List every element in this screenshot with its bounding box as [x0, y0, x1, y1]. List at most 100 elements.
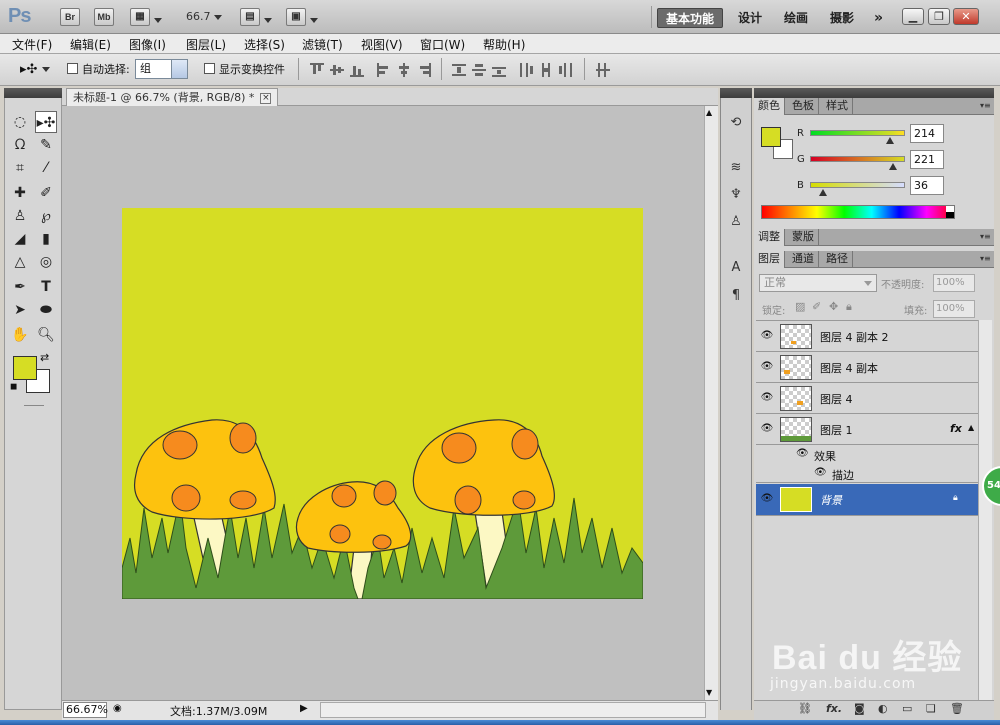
- layer-row[interactable]: 👁︎ 图层 4: [756, 383, 978, 414]
- color-panel-foreground-swatch[interactable]: [761, 127, 781, 147]
- crop-tool-icon[interactable]: ⌗: [9, 157, 31, 179]
- more-workspaces-button[interactable]: »: [866, 8, 891, 28]
- black-swatch[interactable]: [946, 212, 954, 218]
- effects-eye-icon[interactable]: 👁︎: [796, 448, 809, 459]
- scroll-up-icon[interactable]: ▲: [706, 108, 712, 117]
- stroke-eye-icon[interactable]: 👁︎: [814, 467, 827, 478]
- distribute-top-icon[interactable]: [452, 63, 466, 77]
- new-adjustment-layer-icon[interactable]: ◐: [878, 702, 888, 715]
- layer-effects-icon[interactable]: fx: [950, 422, 962, 435]
- zoom-level-dropdown[interactable]: 66.7: [186, 10, 222, 23]
- auto-align-icon[interactable]: [596, 63, 610, 77]
- tab-paths[interactable]: 路径: [822, 251, 853, 268]
- blue-value-field[interactable]: 36: [910, 176, 944, 195]
- document-canvas[interactable]: [122, 208, 643, 599]
- healing-brush-tool-icon[interactable]: ✚: [9, 182, 31, 204]
- red-value-field[interactable]: 214: [910, 124, 944, 143]
- close-icon[interactable]: ×: [260, 92, 272, 104]
- tab-layers[interactable]: 图层: [754, 251, 785, 268]
- view-extras-dropdown-icon[interactable]: [154, 13, 162, 27]
- layers-scrollbar[interactable]: [978, 320, 992, 700]
- arrange-documents-button[interactable]: ▤: [240, 8, 260, 26]
- clone-stamp-tool-icon[interactable]: ♙: [9, 205, 31, 227]
- document-tab[interactable]: 未标题-1 @ 66.7% (背景, RGB/8) * ×: [66, 88, 279, 106]
- view-extras-button[interactable]: ▦: [130, 8, 150, 26]
- brush-presets-icon[interactable]: ≋: [726, 158, 746, 178]
- align-bottom-icon[interactable]: [350, 63, 364, 77]
- tab-adjustments[interactable]: 调整: [754, 229, 785, 246]
- layer-row[interactable]: 👁︎ 图层 4 副本: [756, 352, 978, 383]
- layer-row[interactable]: 👁︎ 图层 4 副本 2: [756, 321, 978, 352]
- workspace-essentials[interactable]: 基本功能: [657, 8, 724, 28]
- scroll-down-icon[interactable]: ▼: [706, 688, 712, 697]
- menu-edit[interactable]: 编辑(E): [70, 36, 111, 53]
- screen-mode-button[interactable]: ▣: [286, 8, 306, 26]
- align-vcenter-icon[interactable]: [330, 63, 344, 77]
- visibility-eye-icon[interactable]: 👁︎: [760, 330, 774, 342]
- zoom-tool-icon[interactable]: 🔍︎: [35, 324, 57, 346]
- auto-select-checkbox[interactable]: [67, 63, 78, 74]
- color-spectrum-bar[interactable]: [761, 205, 955, 219]
- stroke-effect-row[interactable]: 👁︎ 描边: [756, 465, 978, 483]
- visibility-eye-icon[interactable]: 👁︎: [760, 493, 774, 505]
- path-selection-tool-icon[interactable]: ➤: [9, 299, 31, 321]
- distribute-right-icon[interactable]: [559, 63, 573, 77]
- workspace-photography[interactable]: 摄影: [822, 8, 862, 28]
- zoom-percentage-field[interactable]: 66.67%: [63, 702, 108, 718]
- hand-tool-icon[interactable]: ✋: [9, 324, 31, 346]
- lock-transparency-icon[interactable]: ▨: [795, 300, 805, 313]
- dodge-tool-icon[interactable]: ◎: [35, 251, 57, 273]
- green-slider[interactable]: [810, 156, 905, 162]
- green-slider-thumb[interactable]: [888, 163, 897, 170]
- status-info-icon[interactable]: ◉: [113, 703, 122, 714]
- panel-menu-icon[interactable]: ▾≡: [980, 102, 991, 110]
- close-button[interactable]: ✕: [953, 8, 979, 25]
- fill-field[interactable]: 100%: [933, 300, 975, 318]
- minimize-button[interactable]: ▁: [902, 8, 924, 25]
- tab-swatches[interactable]: 色板: [788, 98, 819, 115]
- link-layers-icon[interactable]: ⛓: [798, 702, 812, 715]
- swap-colors-icon[interactable]: ⇄: [40, 351, 49, 364]
- menu-window[interactable]: 窗口(W): [420, 36, 465, 53]
- green-value-field[interactable]: 221: [910, 150, 944, 169]
- status-menu-arrow-icon[interactable]: ▶: [300, 703, 308, 714]
- lasso-tool-icon[interactable]: ᘯ: [9, 134, 31, 156]
- effects-row[interactable]: 👁︎ 效果: [756, 446, 978, 464]
- arrange-dropdown-icon[interactable]: [264, 13, 272, 27]
- horizontal-scrollbar[interactable]: [320, 702, 706, 718]
- distribute-left-icon[interactable]: [519, 63, 533, 77]
- right-dock-header[interactable]: [754, 88, 994, 98]
- menu-view[interactable]: 视图(V): [361, 36, 403, 53]
- brush-tool-icon[interactable]: ✐: [35, 182, 57, 204]
- foreground-color-swatch[interactable]: [13, 356, 37, 380]
- workspace-design[interactable]: 设计: [730, 8, 770, 28]
- blur-tool-icon[interactable]: △: [9, 251, 31, 273]
- workspace-painting[interactable]: 绘画: [776, 8, 816, 28]
- tab-masks[interactable]: 蒙版: [788, 229, 819, 246]
- clone-source-icon[interactable]: ♙: [726, 212, 746, 232]
- eraser-tool-icon[interactable]: ◢: [9, 228, 31, 250]
- distribute-hcenter-icon[interactable]: [539, 63, 553, 77]
- pen-tool-icon[interactable]: ✒: [9, 276, 31, 298]
- menu-help[interactable]: 帮助(H): [483, 36, 525, 53]
- lock-position-icon[interactable]: ✥: [829, 300, 838, 313]
- align-top-icon[interactable]: [310, 63, 324, 77]
- mini-bridge-button[interactable]: Mb: [94, 8, 114, 26]
- blue-slider-thumb[interactable]: [819, 189, 828, 196]
- menu-select[interactable]: 选择(S): [244, 36, 285, 53]
- visibility-eye-icon[interactable]: 👁︎: [760, 392, 774, 404]
- new-layer-icon[interactable]: ❏: [926, 702, 936, 715]
- quick-selection-tool-icon[interactable]: ✎: [35, 134, 57, 156]
- restore-button[interactable]: ❐: [928, 8, 950, 25]
- paragraph-panel-icon[interactable]: ¶: [726, 286, 746, 306]
- panel-menu-icon[interactable]: ▾≡: [980, 255, 991, 263]
- move-tool-icon[interactable]: ▸✣: [35, 111, 57, 133]
- lock-image-icon[interactable]: ✐: [812, 300, 821, 313]
- default-colors-icon[interactable]: ◼: [10, 382, 17, 392]
- layer-row[interactable]: 👁︎ 图层 1 fx ▲: [756, 414, 978, 445]
- red-slider[interactable]: [810, 130, 905, 136]
- visibility-eye-icon[interactable]: 👁︎: [760, 423, 774, 435]
- menu-layer[interactable]: 图层(L): [186, 36, 226, 53]
- blue-slider[interactable]: [810, 182, 905, 188]
- vertical-scrollbar[interactable]: [704, 106, 718, 700]
